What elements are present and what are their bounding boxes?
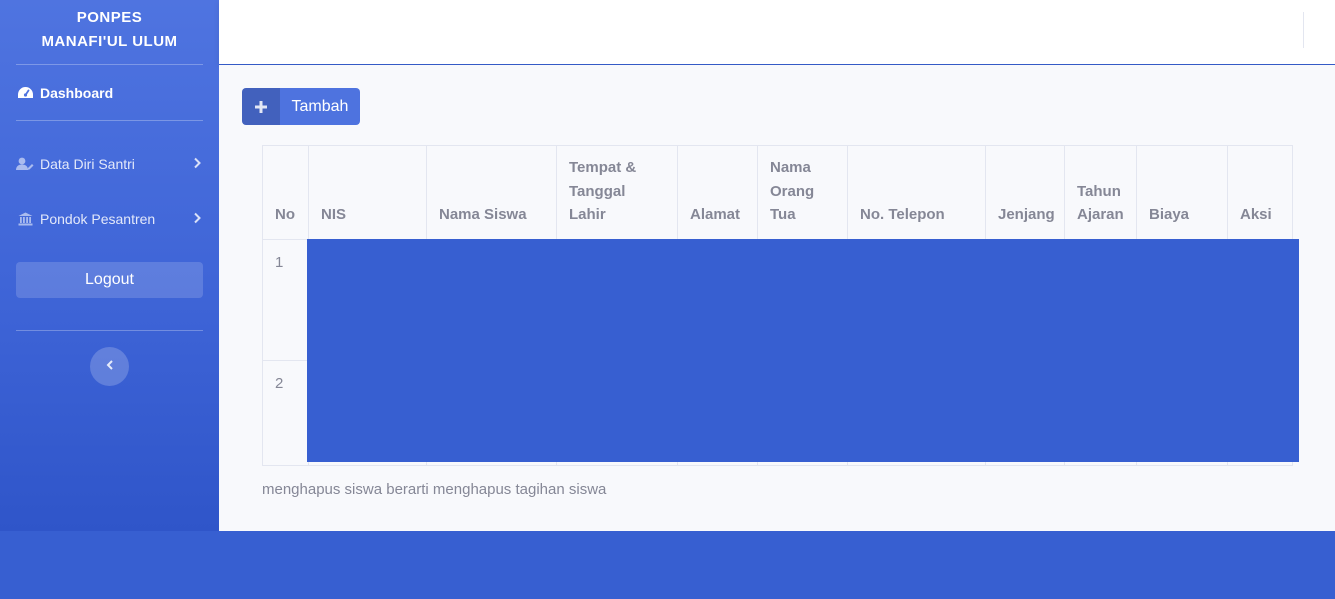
brand[interactable]: PONPES MANAFI'UL ULUM bbox=[0, 6, 219, 54]
topbar bbox=[219, 0, 1335, 64]
column-header-no[interactable]: No bbox=[262, 145, 309, 240]
sidebar-item-pondok-pesantren[interactable]: Pondok Pesantren bbox=[16, 207, 203, 231]
sidebar-divider bbox=[16, 120, 203, 121]
chevron-left-icon bbox=[106, 358, 114, 376]
column-header-nama-siswa[interactable]: Nama Siswa bbox=[426, 145, 557, 240]
column-header-jenjang[interactable]: Jenjang bbox=[985, 145, 1065, 240]
brand-line-1: PONPES bbox=[76, 9, 143, 26]
add-button[interactable]: Tambah bbox=[242, 88, 360, 125]
sidebar-divider bbox=[16, 64, 203, 65]
sidebar: PONPES MANAFI'UL ULUM Dashboard Data Dir… bbox=[0, 0, 219, 531]
column-header-no-telepon[interactable]: No. Telepon bbox=[847, 145, 986, 240]
column-header-nis[interactable]: NIS bbox=[308, 145, 427, 240]
column-header-tempat-tanggal-lahir[interactable]: Tempat & Tanggal Lahir bbox=[556, 145, 678, 240]
chevron-right-icon bbox=[193, 156, 201, 172]
sidebar-item-dashboard[interactable]: Dashboard bbox=[16, 81, 203, 105]
sidebar-item-label: Pondok Pesantren bbox=[40, 211, 156, 227]
column-header-nama-orang-tua[interactable]: Nama Orang Tua bbox=[757, 145, 848, 240]
tachometer-icon bbox=[16, 84, 34, 102]
user-edit-icon bbox=[16, 155, 34, 173]
sidebar-toggle-button[interactable] bbox=[90, 347, 129, 386]
landmark-icon bbox=[16, 210, 34, 228]
sidebar-item-label: Data Diri Santri bbox=[40, 156, 135, 172]
topbar-divider bbox=[1303, 12, 1304, 48]
brand-line-2: MANAFI'UL ULUM bbox=[41, 33, 178, 50]
sidebar-item-data-diri-santri[interactable]: Data Diri Santri bbox=[16, 152, 203, 176]
table-header-row: No NIS Nama Siswa Tempat & Tanggal Lahir… bbox=[262, 145, 1293, 240]
column-header-tahun-ajaran[interactable]: Tahun Ajaran bbox=[1064, 145, 1137, 240]
column-header-alamat[interactable]: Alamat bbox=[677, 145, 758, 240]
delete-warning-note: menghapus siswa berarti menghapus tagiha… bbox=[262, 481, 607, 498]
sidebar-item-label: Dashboard bbox=[40, 85, 114, 101]
chevron-right-icon bbox=[193, 211, 201, 227]
column-header-biaya[interactable]: Biaya bbox=[1136, 145, 1228, 240]
add-button-label: Tambah bbox=[291, 97, 349, 115]
redacted-row-content bbox=[307, 239, 1299, 462]
sidebar-divider bbox=[16, 330, 203, 331]
row-number: 1 bbox=[262, 238, 309, 361]
row-number: 2 bbox=[262, 359, 309, 466]
plus-icon bbox=[242, 88, 280, 125]
logout-button[interactable]: Logout bbox=[16, 262, 203, 298]
column-header-aksi[interactable]: Aksi bbox=[1227, 145, 1293, 240]
